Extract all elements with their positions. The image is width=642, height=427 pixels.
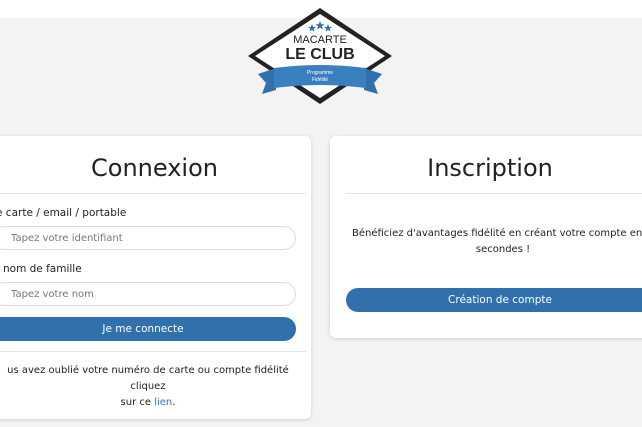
login-submit-button[interactable]: Je me connecte (0, 317, 296, 341)
login-title-divider (0, 193, 306, 194)
logo-ribbon-text-1: Programme (306, 70, 334, 76)
signup-description: Bénéficiez d'avantages fidélité en créan… (346, 226, 642, 258)
login-card: Connexion e carte / email / portable nom… (0, 136, 311, 419)
logo-text-le-club: LE CLUB (285, 46, 355, 63)
forgot-text-prefix: sur ce (120, 397, 152, 408)
forgot-text-end: . (172, 397, 176, 408)
signup-title-divider (346, 193, 642, 194)
signup-text-line-2: secondes ! (475, 244, 531, 255)
signup-card: Inscription Bénéficiez d'avantages fidél… (330, 136, 642, 338)
logo-ribbon-text-2: Fidélité (311, 77, 329, 83)
signup-text-line-1: Bénéficiez d'avantages fidélité en créan… (352, 228, 642, 239)
login-bottom-divider (0, 351, 306, 352)
last-name-input[interactable] (0, 282, 296, 306)
last-name-label: nom de famille (3, 263, 82, 275)
create-account-button[interactable]: Création de compte (346, 288, 642, 312)
identifier-input[interactable] (0, 226, 296, 250)
forgot-credentials-text: us avez oublié votre numéro de carte ou … (0, 363, 306, 411)
forgot-text-line-1: us avez oublié votre numéro de carte ou … (7, 365, 289, 392)
logo-text-macarte: MACARTE (293, 34, 347, 46)
login-title: Connexion (91, 154, 218, 182)
forgot-text-line-2: sur ce lien. (0, 395, 306, 411)
forgot-credentials-link[interactable]: lien (154, 397, 172, 408)
identifier-label: e carte / email / portable (0, 207, 127, 219)
club-logo[interactable]: MACARTE LE CLUB Programme Fidélité (240, 4, 400, 112)
signup-title: Inscription (427, 154, 553, 182)
